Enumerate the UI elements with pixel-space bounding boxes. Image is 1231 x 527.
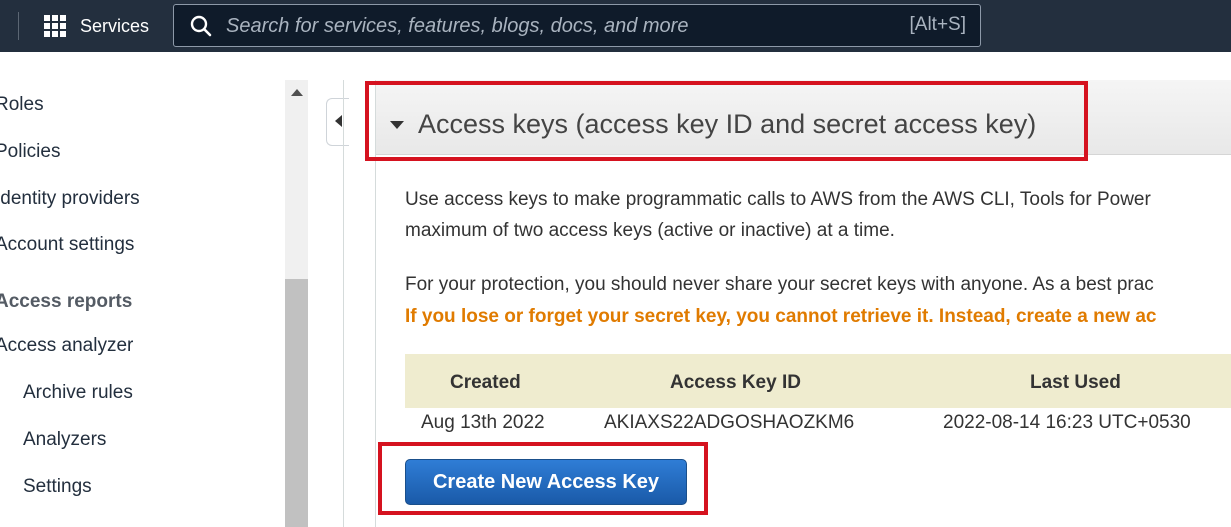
sidebar-item-settings[interactable]: Settings: [23, 476, 92, 498]
access-keys-description-line-1: Use access keys to make programmatic cal…: [405, 189, 1151, 210]
protection-notice: For your protection, you should never sh…: [405, 274, 1154, 295]
search-box[interactable]: [Alt+S]: [173, 4, 981, 47]
sidebar-item-access-analyzer[interactable]: Access analyzer: [0, 335, 133, 357]
content-divider: [343, 80, 344, 527]
caret-down-icon: [390, 121, 404, 129]
access-keys-table-header: Created Access Key ID Last Used: [405, 354, 1231, 408]
grid-icon: [44, 15, 66, 37]
search-icon: [190, 15, 212, 37]
sidebar-heading-access-reports: Access reports: [0, 291, 133, 312]
cell-access-key-id: AKIAXS22ADGOSHAOZKM6: [604, 412, 855, 433]
scroll-up-icon[interactable]: [291, 89, 303, 96]
sidebar-item-archive-rules[interactable]: Archive rules: [23, 382, 133, 404]
sidebar-scrollbar-thumb[interactable]: [285, 279, 308, 527]
secret-key-warning: If you lose or forget your secret key, y…: [405, 306, 1157, 327]
sidebar: Roles Policies Identity providers Accoun…: [0, 52, 285, 527]
sidebar-item-account-settings[interactable]: Account settings: [0, 234, 134, 256]
services-label: Services: [80, 15, 150, 36]
sidebar-item-policies[interactable]: Policies: [0, 141, 60, 163]
sidebar-item-analyzers[interactable]: Analyzers: [23, 429, 106, 451]
column-header-last-used: Last Used: [1030, 372, 1121, 393]
column-header-created: Created: [450, 372, 521, 393]
search-input[interactable]: [226, 13, 866, 39]
column-header-access-key-id: Access Key ID: [670, 372, 801, 393]
services-menu-button[interactable]: Services: [44, 14, 149, 38]
access-keys-section-title: Access keys (access key ID and secret ac…: [418, 109, 1037, 139]
search-shortcut-hint: [Alt+S]: [909, 14, 967, 35]
sidebar-item-identity-providers[interactable]: Identity providers: [0, 188, 140, 210]
cell-created: Aug 13th 2022: [421, 412, 545, 433]
create-new-access-key-button[interactable]: Create New Access Key: [405, 459, 687, 505]
cell-last-used: 2022-08-14 16:23 UTC+0530: [943, 412, 1191, 433]
topbar-divider: [18, 12, 19, 40]
collapse-sidebar-button[interactable]: [326, 98, 349, 146]
sidebar-item-roles[interactable]: Roles: [0, 94, 44, 116]
caret-left-icon: [335, 115, 342, 127]
access-keys-section-header[interactable]: Access keys (access key ID and secret ac…: [376, 80, 1231, 155]
top-navigation-bar: Services [Alt+S]: [0, 0, 1231, 52]
access-keys-description-line-2: maximum of two access keys (active or in…: [405, 220, 895, 241]
